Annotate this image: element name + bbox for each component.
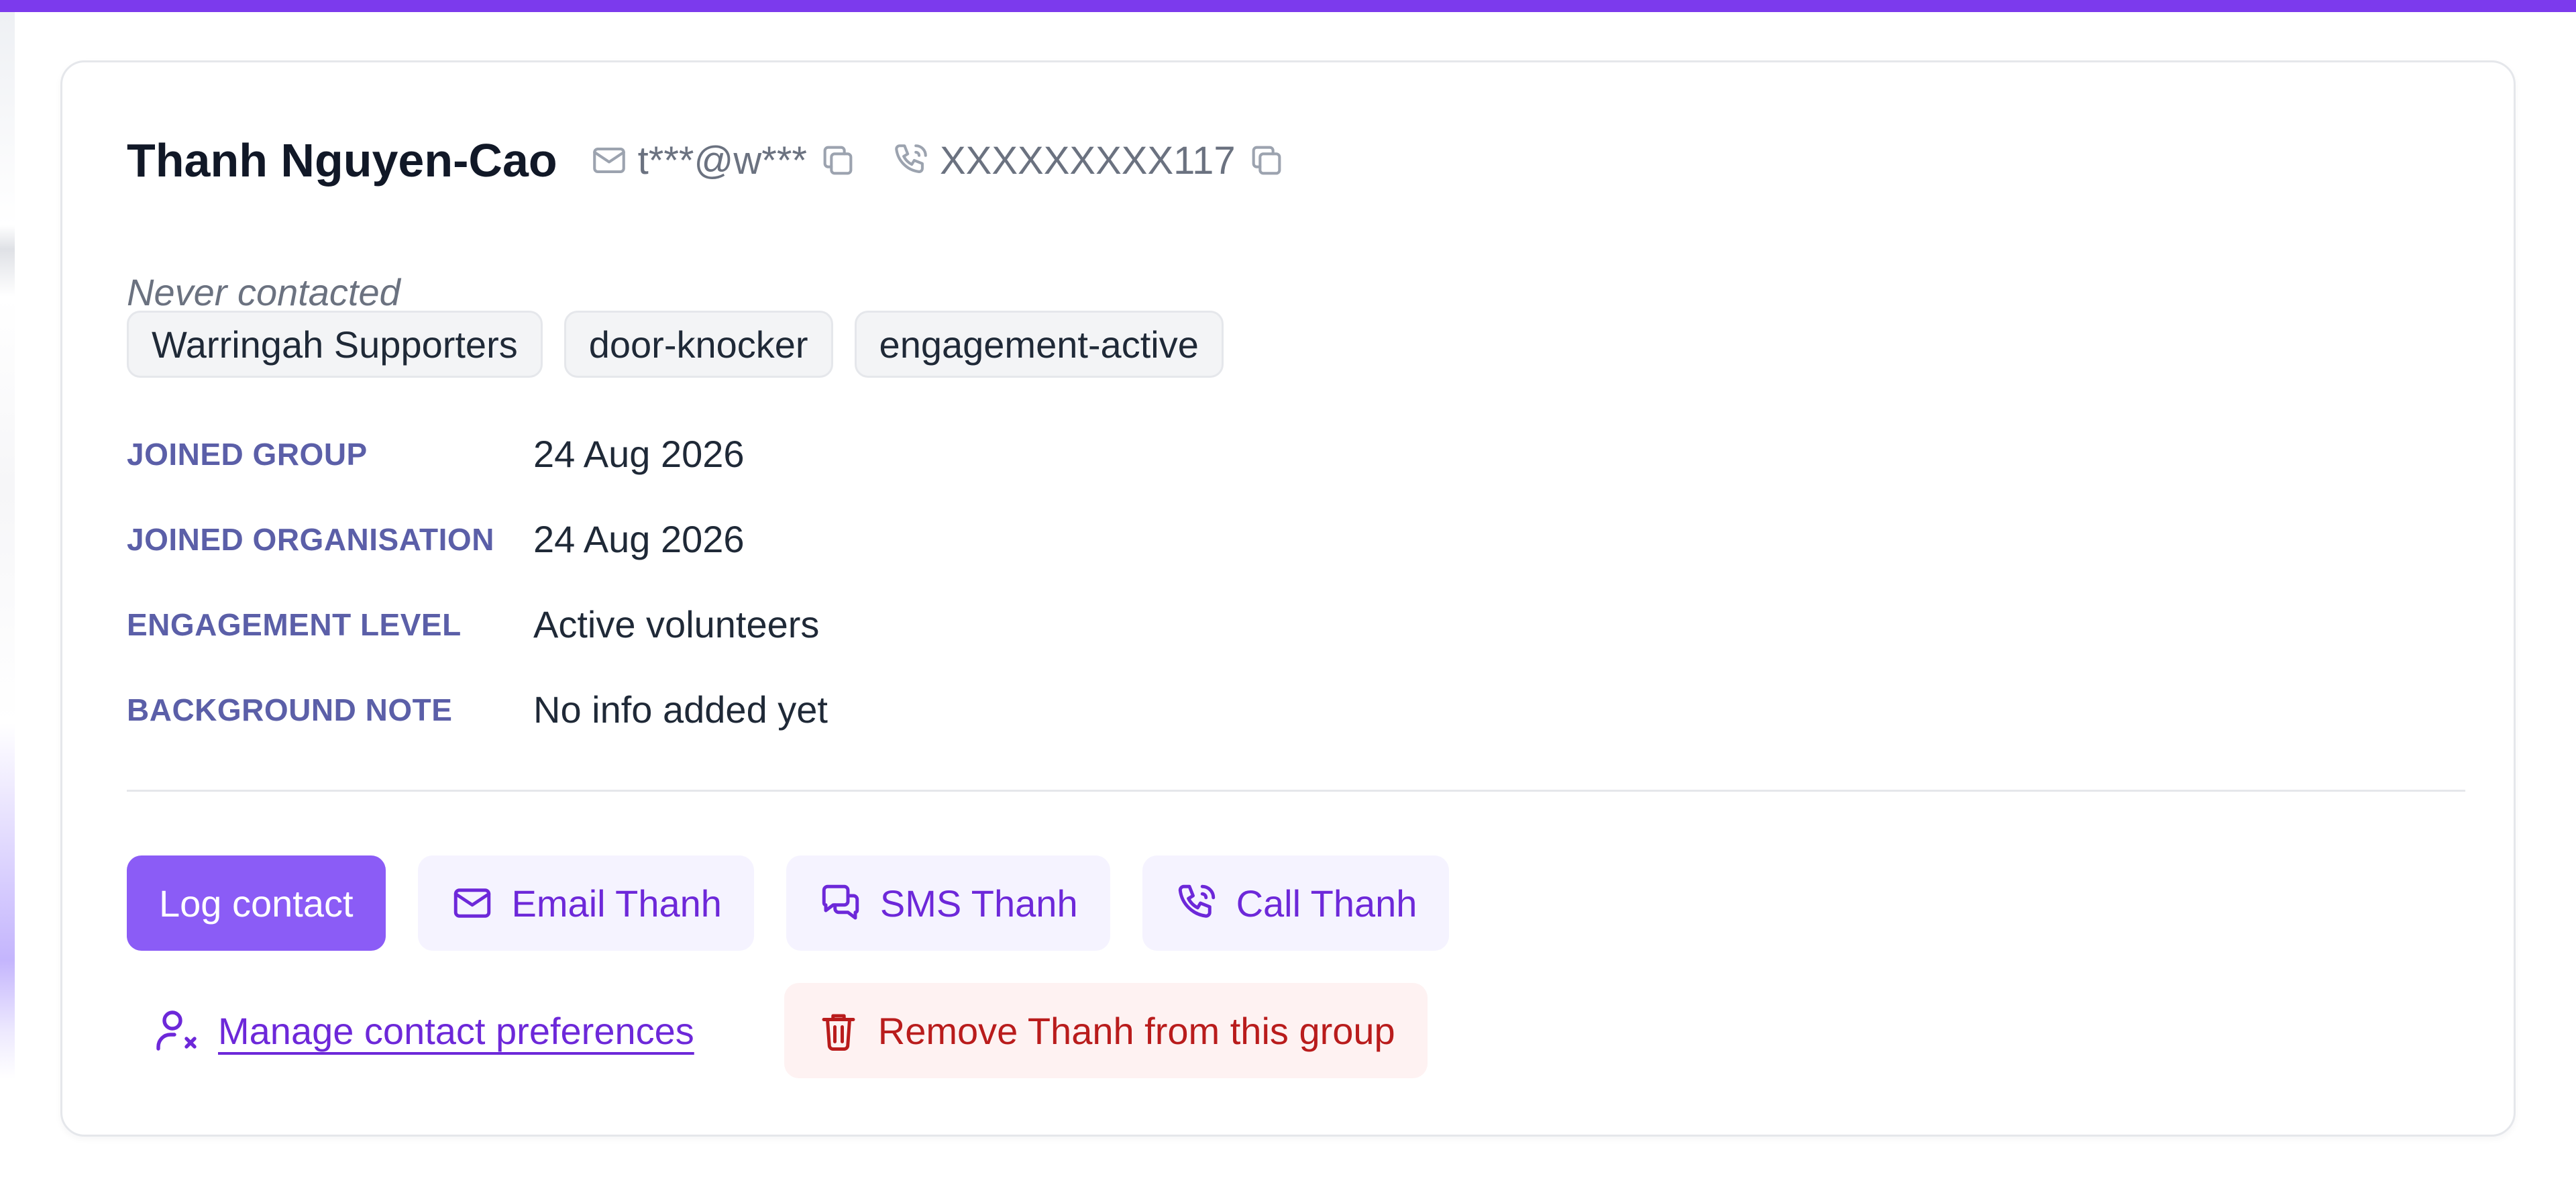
trash-icon <box>816 1008 861 1053</box>
tag-list: Warringah Supporters door-knocker engage… <box>127 311 1224 378</box>
mail-icon <box>450 881 494 925</box>
detail-value: Active volunteers <box>533 603 820 645</box>
user-x-icon <box>152 1006 201 1055</box>
sms-button[interactable]: SMS Thanh <box>786 855 1110 951</box>
tag[interactable]: Warringah Supporters <box>127 311 543 378</box>
phone-value: XXXXXXXXX117 <box>939 138 1236 183</box>
chat-icon <box>818 881 863 925</box>
phone-icon <box>1175 881 1219 925</box>
contact-status: Never contacted <box>127 271 400 313</box>
phone-icon <box>892 141 930 180</box>
remove-button-label: Remove Thanh from this group <box>877 1009 1395 1052</box>
detail-row-joined-organisation: JOINED ORGANISATION 24 Aug 2026 <box>127 497 828 582</box>
email-button-label: Email Thanh <box>511 882 722 925</box>
manage-preferences-link[interactable]: Manage contact preferences <box>127 983 720 1078</box>
log-contact-button[interactable]: Log contact <box>127 855 386 951</box>
mail-icon <box>590 141 629 180</box>
top-accent-bar <box>0 0 2576 12</box>
call-button-label: Call Thanh <box>1236 882 1417 925</box>
sms-button-label: SMS Thanh <box>879 882 1078 925</box>
call-button[interactable]: Call Thanh <box>1142 855 1450 951</box>
copy-phone-button[interactable] <box>1245 139 1288 182</box>
detail-row-background-note: BACKGROUND NOTE No info added yet <box>127 667 828 752</box>
copy-icon <box>1247 141 1286 180</box>
secondary-actions: Manage contact preferences Remove Thanh … <box>127 983 1428 1078</box>
detail-row-engagement-level: ENGAGEMENT LEVEL Active volunteers <box>127 582 828 667</box>
email-meta: t***@w*** <box>590 138 859 183</box>
remove-from-group-button[interactable]: Remove Thanh from this group <box>784 983 1428 1078</box>
primary-actions: Log contact Email Thanh SMS Thanh Call T… <box>127 855 1450 951</box>
contact-name: Thanh Nguyen-Cao <box>127 134 557 187</box>
contact-card: Thanh Nguyen-Cao t***@w*** XXXXXXXXX117 … <box>60 60 2516 1137</box>
tag[interactable]: engagement-active <box>854 311 1224 378</box>
copy-email-button[interactable] <box>816 139 859 182</box>
email-button[interactable]: Email Thanh <box>417 855 754 951</box>
email-value: t***@w*** <box>637 138 807 183</box>
phone-meta: XXXXXXXXX117 <box>892 138 1288 183</box>
detail-label: JOINED ORGANISATION <box>127 521 494 557</box>
manage-preferences-label: Manage contact preferences <box>218 1009 694 1052</box>
detail-value: 24 Aug 2026 <box>533 433 745 475</box>
contact-details: JOINED GROUP 24 Aug 2026 JOINED ORGANISA… <box>127 411 828 752</box>
detail-label: BACKGROUND NOTE <box>127 692 453 727</box>
detail-row-joined-group: JOINED GROUP 24 Aug 2026 <box>127 411 828 497</box>
contact-header: Thanh Nguyen-Cao t***@w*** XXXXXXXXX117 <box>127 127 1288 194</box>
background-edge <box>0 12 15 1197</box>
detail-label: ENGAGEMENT LEVEL <box>127 607 462 642</box>
detail-label: JOINED GROUP <box>127 436 368 472</box>
detail-value: 24 Aug 2026 <box>533 518 745 560</box>
log-contact-label: Log contact <box>159 882 354 925</box>
tag[interactable]: door-knocker <box>564 311 833 378</box>
copy-icon <box>818 141 857 180</box>
detail-value: No info added yet <box>533 688 828 731</box>
section-divider <box>127 790 2465 792</box>
